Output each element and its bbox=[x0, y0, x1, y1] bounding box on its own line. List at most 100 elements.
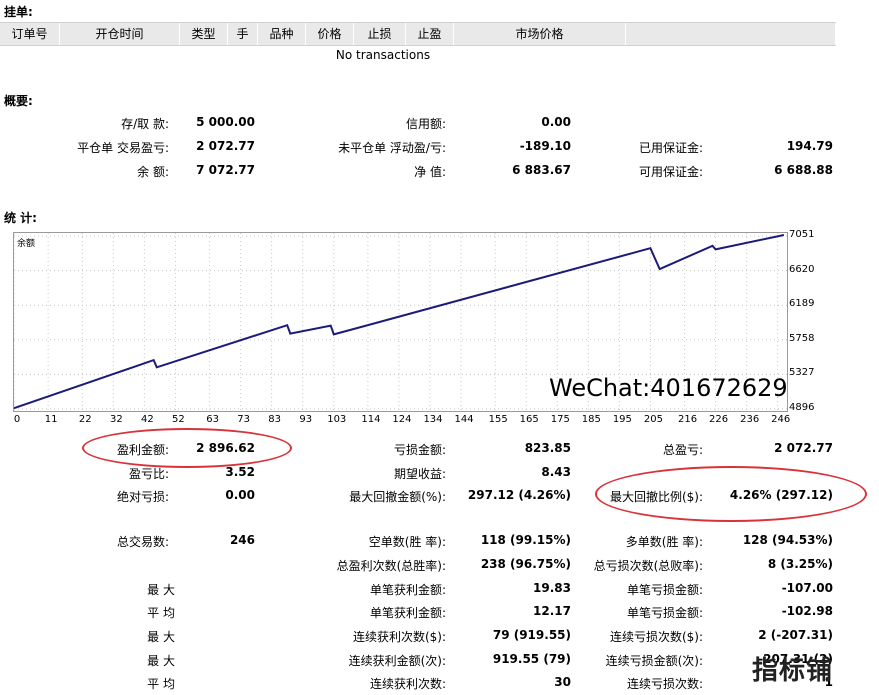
y-tick-label: 7051 bbox=[789, 229, 815, 241]
largest-profit-label: 单笔获利金额: bbox=[369, 583, 446, 597]
cons-losses-value: 2 (-207.31) bbox=[758, 628, 833, 642]
x-tick-label: 134 bbox=[423, 414, 443, 425]
floating-pl-value: -189.10 bbox=[519, 139, 571, 153]
floating-pl-label: 未平仓单 浮动盈/亏: bbox=[338, 141, 446, 155]
x-tick-label: 114 bbox=[361, 414, 381, 425]
col-order-id[interactable]: 订单号 bbox=[0, 23, 60, 45]
col-extra bbox=[626, 23, 836, 45]
col-stop-loss[interactable]: 止损 bbox=[354, 23, 406, 45]
closed-pl-label: 平仓单 交易盈亏: bbox=[77, 141, 169, 155]
rel-drawdown-highlight-ellipse bbox=[595, 466, 867, 522]
orders-title: 挂单: bbox=[4, 5, 33, 19]
x-tick-label: 103 bbox=[327, 414, 347, 425]
x-tick-label: 32 bbox=[109, 414, 123, 425]
x-tick-label: 226 bbox=[709, 414, 729, 425]
deposit-value: 5 000.00 bbox=[196, 115, 255, 129]
profit-factor-label: 盈亏比: bbox=[128, 467, 169, 481]
x-tick-label: 216 bbox=[678, 414, 698, 425]
max-drawdown-value: 297.12 (4.26%) bbox=[467, 488, 571, 502]
x-tick-label: 155 bbox=[488, 414, 508, 425]
profit-factor-value: 3.52 bbox=[225, 465, 255, 479]
total-trades-value: 246 bbox=[229, 533, 255, 547]
total-trades-label: 总交易数: bbox=[116, 535, 169, 549]
chart-title: 余额 bbox=[17, 239, 36, 249]
short-trades-label: 空单数(胜 率): bbox=[368, 535, 446, 549]
col-price[interactable]: 价格 bbox=[306, 23, 354, 45]
x-tick-label: 63 bbox=[206, 414, 219, 425]
balance-label: 余 额: bbox=[137, 165, 169, 179]
free-margin-value: 6 688.88 bbox=[774, 163, 833, 177]
x-tick-label: 144 bbox=[454, 414, 474, 425]
watermark-text: WeChat:401672629 bbox=[549, 374, 788, 402]
orders-empty-text: No transactions bbox=[335, 48, 431, 62]
x-tick-label: 42 bbox=[141, 414, 154, 425]
short-trades-value: 118 (99.15%) bbox=[480, 533, 571, 547]
stamp-watermark: 指标铺 bbox=[752, 656, 834, 686]
cons-wins-label: 连续获利次数($): bbox=[352, 630, 446, 644]
max2-label: 最 大 bbox=[147, 654, 175, 668]
closed-pl-value: 2 072.77 bbox=[196, 139, 255, 153]
equity-value: 6 883.67 bbox=[512, 163, 571, 177]
x-tick-label: 205 bbox=[643, 414, 663, 425]
avg-loss-value: -102.98 bbox=[781, 604, 833, 618]
largest-profit-value: 19.83 bbox=[533, 581, 571, 595]
cons-wins-value: 79 (919.55) bbox=[492, 628, 571, 642]
expected-payoff-label: 期望收益: bbox=[393, 467, 446, 481]
x-tick-label: 73 bbox=[237, 414, 250, 425]
credit-label: 信用额: bbox=[405, 117, 446, 131]
x-tick-label: 165 bbox=[519, 414, 539, 425]
cons-loss-label: 连续亏损金额(次): bbox=[605, 654, 703, 668]
largest-label: 最 大 bbox=[147, 583, 175, 597]
loss-trades-value: 8 (3.25%) bbox=[767, 557, 833, 571]
balance-value: 7 072.77 bbox=[196, 163, 255, 177]
max-label: 最 大 bbox=[147, 630, 175, 644]
y-tick-label: 6189 bbox=[789, 298, 815, 310]
avg-profit-label: 单笔获利金额: bbox=[369, 606, 446, 620]
gross-loss-value: 823.85 bbox=[524, 441, 571, 455]
avg-cons-wins-label: 连续获利次数: bbox=[369, 677, 446, 691]
margin-value: 194.79 bbox=[786, 139, 833, 153]
average-label: 平 均 bbox=[147, 606, 175, 620]
loss-trades-label: 总亏损次数(总败率): bbox=[593, 559, 703, 573]
largest-loss-label: 单笔亏损金额: bbox=[626, 583, 703, 597]
avg-loss-label: 单笔亏损金额: bbox=[626, 606, 703, 620]
orders-table-header: 订单号 开仓时间 类型 手 品种 价格 止损 止盈 市场价格 bbox=[0, 22, 836, 46]
col-take-profit[interactable]: 止盈 bbox=[406, 23, 454, 45]
avg-cons-wins-value: 30 bbox=[554, 675, 571, 689]
x-tick-label: 52 bbox=[172, 414, 185, 425]
total-net-label: 总盈亏: bbox=[662, 443, 703, 457]
x-tick-label: 124 bbox=[392, 414, 412, 425]
long-trades-value: 128 (94.53%) bbox=[742, 533, 833, 547]
x-tick-label: 185 bbox=[581, 414, 601, 425]
expected-payoff-value: 8.43 bbox=[541, 465, 571, 479]
profit-trades-value: 238 (96.75%) bbox=[480, 557, 571, 571]
x-tick-label: 93 bbox=[299, 414, 313, 425]
x-tick-label: 22 bbox=[78, 414, 92, 425]
gross-profit-highlight-ellipse bbox=[82, 428, 292, 468]
x-tick-label: 246 bbox=[771, 414, 791, 425]
cons-profit-value: 919.55 (79) bbox=[492, 652, 571, 666]
cons-losses-label: 连续亏损次数($): bbox=[609, 630, 703, 644]
col-type[interactable]: 类型 bbox=[180, 23, 228, 45]
deposit-label: 存/取 款: bbox=[121, 117, 169, 131]
col-lots[interactable]: 手 bbox=[228, 23, 258, 45]
x-tick-label: 0 bbox=[13, 414, 21, 425]
col-open-time[interactable]: 开仓时间 bbox=[60, 23, 180, 45]
free-margin-label: 可用保证金: bbox=[638, 165, 703, 179]
abs-drawdown-value: 0.00 bbox=[225, 488, 255, 502]
avg-cons-losses-label: 连续亏损次数: bbox=[626, 677, 703, 691]
col-market-price[interactable]: 市场价格 bbox=[454, 23, 626, 45]
x-tick-label: 236 bbox=[740, 414, 760, 425]
col-symbol[interactable]: 品种 bbox=[258, 23, 306, 45]
equity-label: 净 值: bbox=[414, 165, 446, 179]
x-tick-label: 175 bbox=[550, 414, 570, 425]
y-tick-label: 5758 bbox=[789, 332, 815, 344]
total-net-value: 2 072.77 bbox=[774, 441, 833, 455]
x-tick-label: 83 bbox=[268, 414, 282, 425]
x-tick-label: 195 bbox=[612, 414, 632, 425]
margin-label: 已用保证金: bbox=[638, 141, 703, 155]
avg-profit-value: 12.17 bbox=[533, 604, 571, 618]
y-tick-label: 5327 bbox=[789, 367, 815, 379]
cons-profit-label: 连续获利金额(次): bbox=[348, 654, 446, 668]
avg2-label: 平 均 bbox=[147, 677, 175, 691]
